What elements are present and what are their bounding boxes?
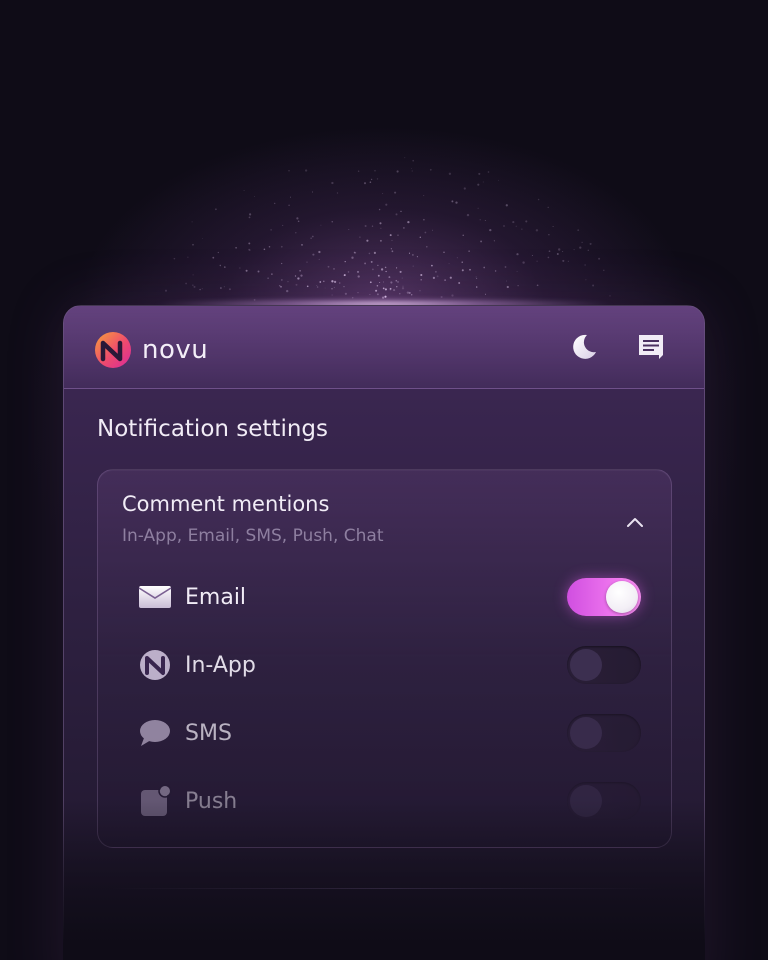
novu-logo-icon	[137, 647, 173, 683]
toggle-knob	[570, 785, 602, 817]
email-toggle[interactable]	[567, 578, 641, 616]
channel-row-sms: SMS	[137, 713, 641, 753]
novu-logo-icon	[94, 331, 132, 369]
chevron-up-icon[interactable]	[621, 508, 649, 536]
workflow-channels-summary: In-App, Email, SMS, Push, Chat	[122, 526, 384, 546]
divider	[110, 888, 658, 889]
push-toggle[interactable]	[567, 782, 641, 820]
moon-icon[interactable]	[566, 330, 600, 364]
toggle-knob	[570, 717, 602, 749]
channel-label-in-app: In-App	[185, 652, 256, 678]
toggle-knob	[606, 581, 638, 613]
workflow-title: Comment mentions	[122, 492, 330, 516]
push-notification-icon	[137, 783, 173, 819]
stage: novu Notification settings Comment menti…	[0, 0, 768, 960]
envelope-icon	[137, 579, 173, 615]
channel-row-email: Email	[137, 577, 641, 617]
channel-row-in-app: In-App	[137, 645, 641, 685]
brand-name: novu	[142, 335, 209, 365]
channel-label-sms: SMS	[185, 720, 232, 746]
channel-label-email: Email	[185, 584, 247, 610]
card-header: novu	[64, 306, 704, 389]
chat-bubble-icon	[137, 715, 173, 751]
notification-card: novu Notification settings Comment menti…	[63, 305, 705, 960]
channel-row-push: Push	[137, 781, 641, 821]
toggle-knob	[570, 649, 602, 681]
in-app-toggle[interactable]	[567, 646, 641, 684]
sms-toggle[interactable]	[567, 714, 641, 752]
brand: novu	[94, 331, 208, 369]
channel-label-push: Push	[185, 788, 238, 814]
page-title: Notification settings	[97, 416, 328, 442]
header-actions	[566, 330, 668, 364]
message-icon[interactable]	[634, 330, 668, 364]
